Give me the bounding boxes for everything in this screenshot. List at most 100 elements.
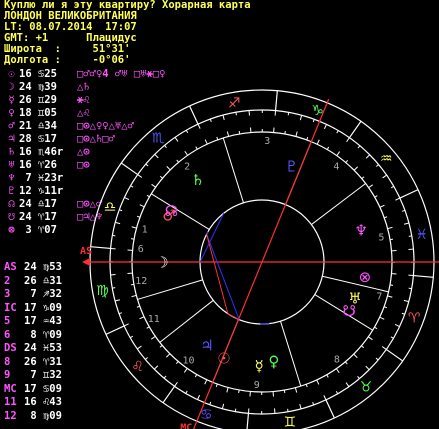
degree-tick xyxy=(390,336,394,339)
degree-tick xyxy=(287,112,290,116)
degree-tick xyxy=(185,390,188,394)
degree-tick xyxy=(194,374,198,378)
degree-tick xyxy=(316,379,320,385)
house-number: 2 xyxy=(184,162,190,173)
sign-boundary xyxy=(90,246,111,250)
degree-tick xyxy=(234,408,237,412)
house-cusp-line xyxy=(222,137,244,203)
house-number: 5 xyxy=(378,233,384,244)
house-number: 10 xyxy=(182,355,194,366)
degree-tick xyxy=(150,335,156,340)
sign-glyph-icon: ♉ xyxy=(360,379,373,395)
degree-tick xyxy=(305,384,308,388)
degree-tick xyxy=(118,312,123,315)
house-cusp-line xyxy=(311,183,366,225)
degree-tick xyxy=(403,299,409,303)
degree-tick xyxy=(159,344,163,348)
wheel-planet-icon: ♆ xyxy=(354,222,367,240)
degree-tick xyxy=(346,137,350,143)
degree-tick xyxy=(174,381,178,387)
sign-glyph-icon: ♌ xyxy=(131,359,144,375)
degree-tick xyxy=(401,312,405,315)
degree-tick xyxy=(353,166,359,171)
degree-tick xyxy=(146,194,150,198)
degree-tick xyxy=(238,130,241,135)
degree-tick xyxy=(389,284,394,286)
sign-boundary xyxy=(274,90,278,111)
degree-tick xyxy=(295,131,298,137)
degree-tick xyxy=(326,374,329,378)
mc-label: MC xyxy=(180,422,192,429)
wheel-planet-icon: ☊ xyxy=(165,202,178,220)
degree-tick xyxy=(323,395,327,401)
degree-tick xyxy=(136,215,141,218)
sign-boundary xyxy=(120,162,139,176)
degree-tick xyxy=(382,174,387,179)
degree-tick xyxy=(344,361,348,365)
degree-tick xyxy=(326,146,330,150)
house-number: 7 xyxy=(376,291,382,302)
degree-tick xyxy=(357,145,361,149)
sign-glyph-icon: ♐ xyxy=(228,95,241,111)
degree-tick xyxy=(145,163,149,167)
degree-tick xyxy=(368,336,373,341)
degree-tick xyxy=(335,390,339,395)
sign-boundary xyxy=(105,325,125,335)
degree-tick xyxy=(174,137,179,142)
wheel-planet-icon: ☽ xyxy=(155,253,168,271)
degree-tick xyxy=(294,387,298,393)
degree-tick xyxy=(387,226,393,230)
sign-glyph-icon: ♒ xyxy=(380,151,393,167)
degree-tick xyxy=(403,222,410,225)
degree-tick xyxy=(299,115,303,121)
degree-tick xyxy=(379,316,385,320)
degree-tick xyxy=(395,197,401,201)
degree-tick xyxy=(361,345,365,349)
outer-ring xyxy=(89,89,435,429)
degree-tick xyxy=(159,175,163,179)
degree-tick xyxy=(384,216,388,219)
degree-tick xyxy=(368,184,374,189)
house-number: 1 xyxy=(142,225,148,236)
degree-tick xyxy=(222,114,225,121)
degree-tick xyxy=(235,112,237,116)
sign-boundary xyxy=(189,105,199,125)
wheel-planet-icon: ⊗ xyxy=(359,268,372,286)
degree-tick xyxy=(323,124,327,130)
chart-wheel: ♈♉♊♋♌♍♎♏♐ ♑♒♓123456789101112 ASMC☉☽☿ ♀♂♃♄♅… xyxy=(80,89,439,429)
degree-tick xyxy=(221,403,225,409)
degree-tick xyxy=(284,130,286,135)
mc-axis-line xyxy=(192,98,330,429)
degree-tick xyxy=(226,387,229,393)
degree-tick xyxy=(175,361,179,365)
degree-tick xyxy=(215,383,218,388)
degree-tick xyxy=(287,408,289,412)
degree-tick xyxy=(197,123,201,129)
degree-tick xyxy=(123,323,129,327)
degree-tick xyxy=(130,283,135,286)
degree-tick xyxy=(145,357,148,360)
degree-tick xyxy=(139,204,145,208)
degree-tick xyxy=(353,353,358,359)
degree-tick xyxy=(153,365,159,370)
degree-tick xyxy=(387,295,393,298)
degree-tick xyxy=(131,294,137,298)
aspect-line xyxy=(206,233,240,320)
house-number: 3 xyxy=(264,136,270,147)
wheel-planet-icon: ♇ xyxy=(285,158,298,176)
degree-tick xyxy=(137,345,142,350)
house-number: 11 xyxy=(148,314,160,325)
sign-boundary xyxy=(246,413,250,429)
degree-tick xyxy=(312,401,315,406)
degree-tick xyxy=(374,326,378,330)
degree-tick xyxy=(238,389,240,394)
sign-boundary xyxy=(162,385,176,404)
degree-tick xyxy=(183,368,188,373)
degree-tick xyxy=(390,185,395,189)
degree-tick xyxy=(312,119,315,123)
degree-tick xyxy=(283,389,286,394)
sign-glyph-icon: ♎ xyxy=(104,199,117,215)
degree-tick xyxy=(216,136,219,140)
degree-tick xyxy=(115,221,121,225)
sign-boundary xyxy=(348,120,362,139)
